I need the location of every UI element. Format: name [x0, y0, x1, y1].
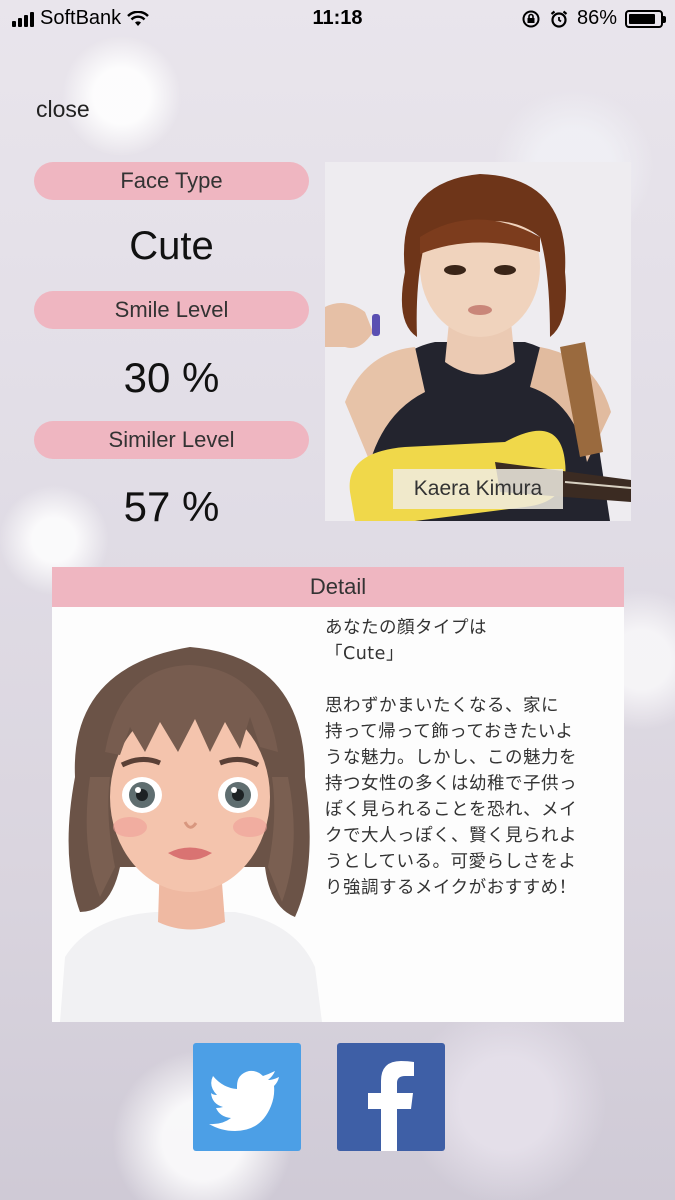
alarm-icon	[550, 10, 568, 28]
smile-level-label: Smile Level	[34, 291, 309, 329]
detail-intro-line: あなたの顔タイプは	[325, 618, 487, 638]
twitter-icon	[209, 1070, 279, 1131]
twitter-share-button[interactable]	[193, 1043, 301, 1151]
celebrity-photo	[325, 162, 631, 521]
similar-level-label: Similer Level	[34, 421, 309, 459]
smile-level-value: 30 %	[123, 354, 220, 401]
status-bar: SoftBank 11:18 86%	[0, 0, 675, 40]
face-type-value: Cute	[129, 224, 214, 268]
avatar-illustration	[60, 627, 322, 1022]
detail-description: あなたの顔タイプは 「Cute」 思わずかまいたくなる、家に 持って帰って飾って…	[325, 615, 615, 901]
detail-body-line: うな魅力。しかし、この魅力を	[325, 748, 577, 768]
detail-body-line: クで大人っぽく、賢く見られよ	[325, 826, 577, 846]
close-button[interactable]: close	[36, 96, 90, 123]
detail-body-line: ぽく見られることを恐れ、メイ	[325, 800, 578, 820]
facebook-share-button[interactable]	[337, 1043, 445, 1151]
orientation-lock-icon	[522, 10, 540, 27]
face-type-label: Face Type	[34, 162, 309, 200]
detail-body-line: 持つ女性の多くは幼稚で子供っ	[325, 774, 577, 794]
battery-icon	[625, 9, 666, 28]
detail-body-line: うとしている。可愛らしさをよ	[325, 852, 577, 872]
celebrity-name: Kaera Kimura	[393, 469, 563, 509]
detail-body-line: り強調するメイクがおすすめ！	[325, 878, 577, 898]
detail-body-line: 持って帰って飾っておきたいよ	[325, 722, 574, 742]
detail-header: Detail	[52, 567, 624, 607]
detail-body-line: 思わずかまいたくなる、家に	[325, 696, 559, 716]
battery-percent: 86%	[576, 7, 617, 29]
detail-intro-line: 「Cute」	[325, 644, 404, 664]
battery-level	[629, 13, 655, 24]
detail-card: Detail あなたの顔タイプは 「Cute」 思わずかまいたくなる、家に 持っ…	[52, 567, 624, 1022]
facebook-icon	[368, 1061, 414, 1151]
status-bar-right: 86%	[521, 7, 666, 30]
similar-level-value: 57 %	[123, 483, 220, 530]
